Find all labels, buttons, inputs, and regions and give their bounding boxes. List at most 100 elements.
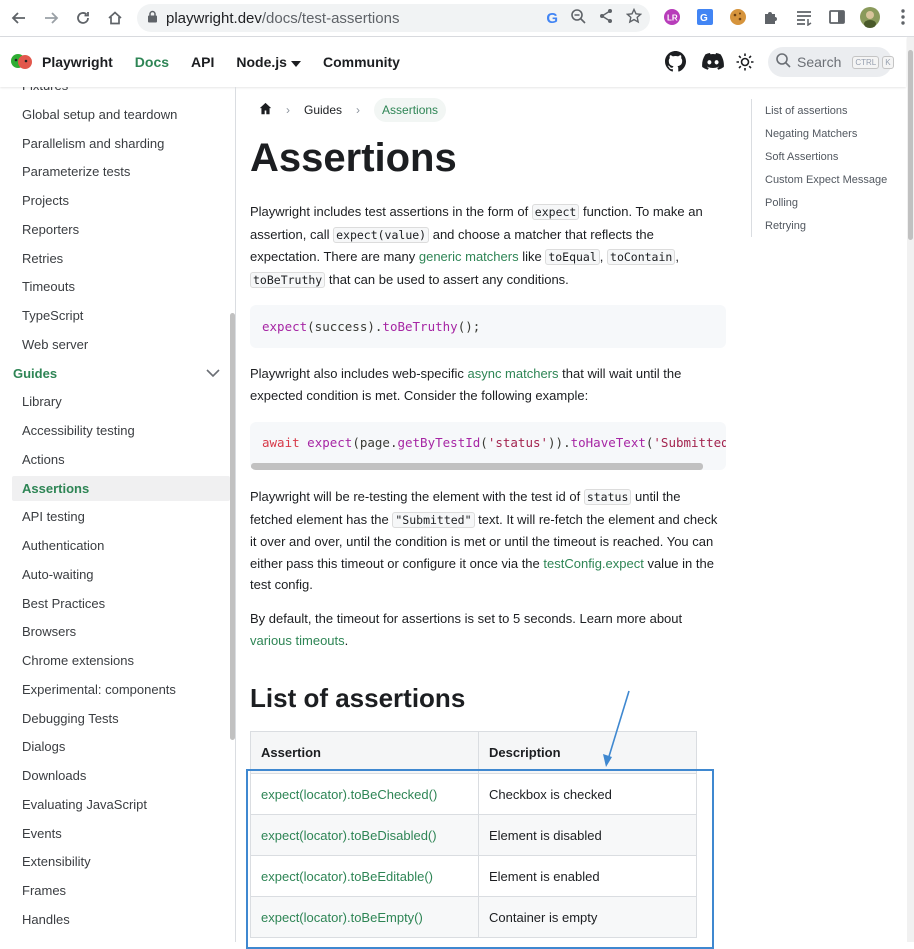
code-horizontal-scrollbar[interactable] xyxy=(251,463,703,470)
nav-api[interactable]: API xyxy=(191,54,214,70)
sidebar-item[interactable]: Chrome extensions xyxy=(12,648,230,673)
testconfig-expect-link[interactable]: testConfig.expect xyxy=(543,556,643,571)
sidebar-item[interactable]: Actions xyxy=(12,447,230,472)
sidebar-item[interactable]: Assertions xyxy=(12,475,230,501)
chevron-right-icon: › xyxy=(356,103,361,117)
home-icon[interactable] xyxy=(99,2,131,34)
sidebar-item[interactable]: Timeouts xyxy=(12,274,230,299)
sidepanel-icon[interactable] xyxy=(825,5,849,29)
sidebar-item[interactable]: API testing xyxy=(12,504,230,529)
cookie-icon[interactable] xyxy=(726,5,750,29)
breadcrumb-guides[interactable]: Guides xyxy=(304,103,342,117)
sidebar-item[interactable]: Authentication xyxy=(12,533,230,558)
sidebar-item-label: Retries xyxy=(22,250,64,266)
inline-code: toContain xyxy=(607,249,676,265)
sidebar-item[interactable]: Events xyxy=(12,821,230,846)
toc-item[interactable]: Soft Assertions xyxy=(765,145,906,168)
sidebar-item[interactable]: Downloads xyxy=(12,763,230,788)
sidebar-item[interactable]: Library xyxy=(12,389,230,414)
nav-community[interactable]: Community xyxy=(323,54,400,70)
code-token: toHaveText xyxy=(570,435,646,450)
sidebar-item[interactable]: Browsers xyxy=(12,619,230,644)
code-token: expect xyxy=(262,319,308,334)
github-icon[interactable] xyxy=(665,51,686,77)
forward-arrow-icon[interactable] xyxy=(35,2,67,34)
inline-code: expect xyxy=(531,204,580,220)
sidebar-item[interactable]: Evaluating JavaScript xyxy=(12,792,230,817)
code-token: await xyxy=(262,435,300,450)
chevron-down-icon[interactable] xyxy=(206,368,220,378)
home-breadcrumb-icon[interactable] xyxy=(259,102,272,118)
sidebar-item-label: Debugging Tests xyxy=(22,710,119,726)
page-scrollbar[interactable] xyxy=(907,37,914,942)
search-button[interactable]: Search CTRL K xyxy=(768,47,894,77)
various-timeouts-link[interactable]: various timeouts xyxy=(250,633,345,648)
code-token: (); xyxy=(457,319,481,334)
sidebar-scrollbar[interactable] xyxy=(230,313,235,740)
sidebar-item-label: Library xyxy=(22,394,62,410)
inline-code: toEqual xyxy=(545,249,600,265)
translate-icon[interactable]: G xyxy=(693,5,717,29)
puzzle-icon[interactable] xyxy=(759,5,783,29)
sidebar-item[interactable]: Global setup and teardown xyxy=(12,102,230,127)
toc-item[interactable]: Polling xyxy=(765,191,906,214)
sidebar-item[interactable]: Parallelism and sharding xyxy=(12,131,230,156)
page-title: Assertions xyxy=(250,136,457,180)
reading-list-icon[interactable] xyxy=(792,5,816,29)
sidebar-item[interactable]: Projects xyxy=(12,188,230,213)
nav-language[interactable]: Node.js xyxy=(236,54,301,70)
menu-dots-icon[interactable] xyxy=(891,5,914,29)
kbd-ctrl: CTRL xyxy=(852,55,880,69)
generic-matchers-link[interactable]: generic matchers xyxy=(419,249,519,264)
theme-toggle-icon[interactable] xyxy=(736,53,754,76)
sidebar-item[interactable]: Parameterize tests xyxy=(12,159,230,184)
brand-link[interactable]: Playwright xyxy=(10,52,113,73)
retesting-paragraph: Playwright will be re-testing the elemen… xyxy=(250,486,720,596)
sidebar-item[interactable]: Handles xyxy=(12,907,230,932)
sidebar-item-label: Global setup and teardown xyxy=(22,106,178,122)
svg-text:LR: LR xyxy=(667,14,678,23)
sidebar-item[interactable]: Debugging Tests xyxy=(12,706,230,731)
back-arrow-icon[interactable] xyxy=(3,2,35,34)
profile-avatar-icon[interactable] xyxy=(858,5,882,29)
sidebar-item[interactable]: Retries xyxy=(12,246,230,271)
sidebar-item[interactable]: Auto-waiting xyxy=(12,562,230,587)
annotation-highlight-box xyxy=(246,769,714,949)
star-icon[interactable] xyxy=(625,7,643,28)
sidebar-item[interactable]: Experimental: components xyxy=(12,677,230,702)
sidebar-item[interactable]: Accessibility testing xyxy=(12,418,230,443)
reload-icon[interactable] xyxy=(67,2,99,34)
toc-item[interactable]: Retrying xyxy=(765,214,906,237)
code-block-truthy[interactable]: expect (success). toBeTruthy (); xyxy=(250,305,726,348)
toc-item[interactable]: Custom Expect Message xyxy=(765,168,906,191)
toc-item[interactable]: Negating Matchers xyxy=(765,122,906,145)
async-matchers-link[interactable]: async matchers xyxy=(467,366,558,381)
text: that can be used to assert any condition… xyxy=(325,271,569,287)
text: , xyxy=(599,249,608,264)
discord-icon[interactable] xyxy=(702,53,724,75)
table-header-description: Description xyxy=(478,731,697,774)
zoom-out-icon[interactable] xyxy=(570,8,586,28)
address-bar[interactable]: playwright.dev/docs/test-assertions G xyxy=(137,4,650,32)
sidebar-category[interactable]: Guides xyxy=(12,361,230,386)
sidebar-item[interactable]: Web server xyxy=(12,332,230,357)
toc-item[interactable]: List of assertions xyxy=(765,99,906,122)
sidebar-item[interactable]: Fixtures xyxy=(12,87,230,98)
sidebar-item-label: Accessibility testing xyxy=(22,423,135,438)
section-heading-list-of-assertions: List of assertions xyxy=(250,683,466,713)
kbd-k: K xyxy=(882,55,894,69)
page-scrollbar-thumb[interactable] xyxy=(908,50,913,240)
sidebar-item[interactable]: Best Practices xyxy=(12,591,230,616)
extension-lr-icon[interactable]: LR xyxy=(660,5,684,29)
sidebar-item[interactable]: Extensibility xyxy=(12,849,230,874)
code-block-await[interactable]: await expect (page. getByTestId('status'))… xyxy=(250,422,726,470)
sidebar-item[interactable]: Dialogs xyxy=(12,734,230,759)
sidebar-item[interactable]: Reporters xyxy=(12,217,230,242)
chevron-right-icon: › xyxy=(286,103,290,117)
nav-docs[interactable]: Docs xyxy=(135,54,169,70)
sidebar-item[interactable]: Frames xyxy=(12,878,230,903)
sidebar-item-label: Chrome extensions xyxy=(22,653,134,668)
share-icon[interactable] xyxy=(598,8,614,28)
sidebar-item[interactable]: TypeScript xyxy=(12,303,230,328)
google-icon[interactable]: G xyxy=(546,10,558,27)
